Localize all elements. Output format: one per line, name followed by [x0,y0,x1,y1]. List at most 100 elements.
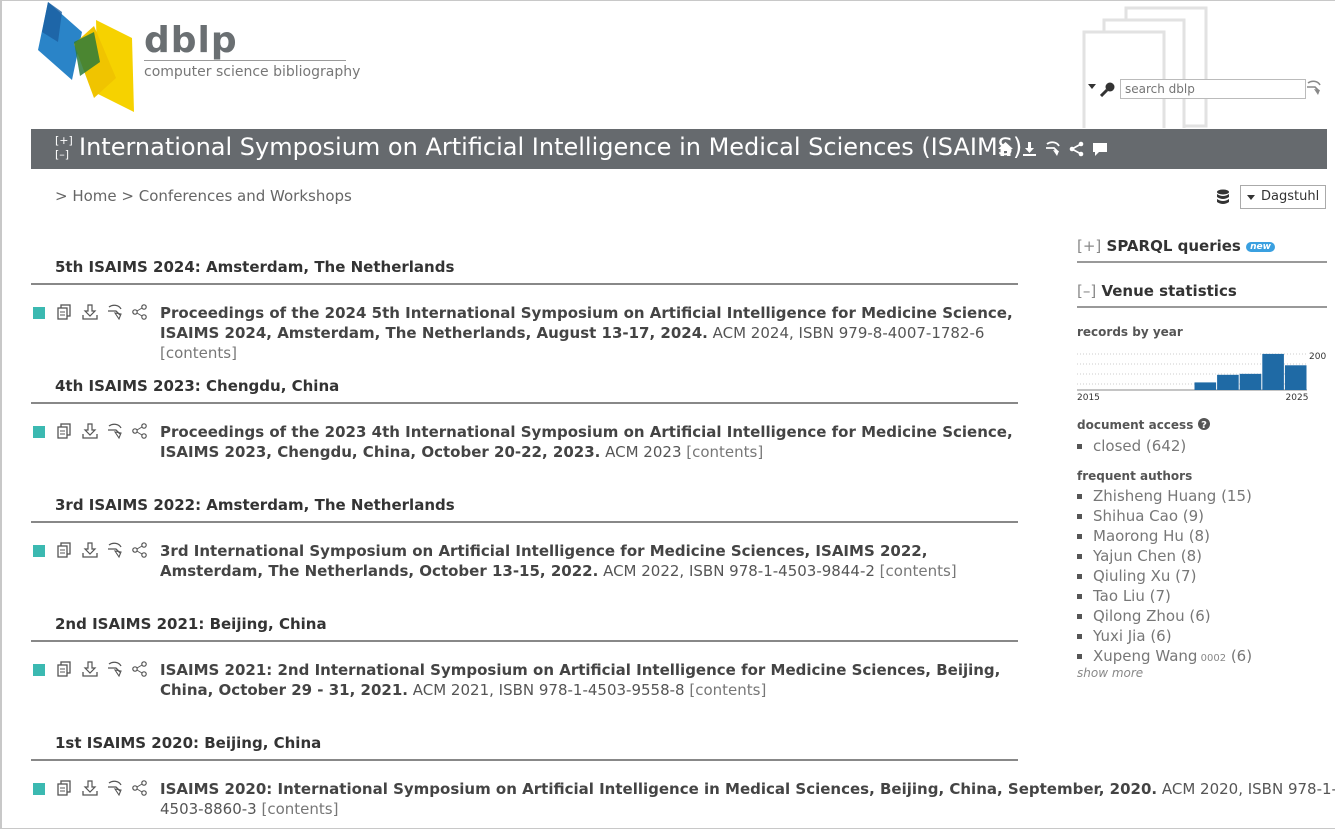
feedback-icon[interactable] [1092,141,1108,157]
author-name: Yajun Chen [1093,547,1176,565]
publication-citation: Proceedings of the 2023 4th Internationa… [160,422,1022,462]
document-access-label: document access [1077,418,1194,432]
export-record-icon[interactable] [82,542,98,558]
author-name: Xupeng Wang [1093,647,1198,665]
share-icon[interactable] [132,423,148,439]
search-input[interactable] [1120,79,1306,99]
breadcrumb-separator: > [116,187,139,205]
author-item[interactable]: Qilong Zhou (6) [1077,606,1252,626]
sidebar-divider [1077,306,1327,308]
frequent-authors-list: Zhisheng Huang (15) Shihua Cao (9) Maorong… [1077,486,1252,666]
author-item[interactable]: Qiuling Xu (7) [1077,566,1252,586]
publication-type-marker [33,664,45,676]
chart-bar-2024[interactable] [1284,365,1307,390]
document-access-list: closed (642) [1077,436,1186,456]
author-item[interactable]: Xupeng Wang 0002 (6) [1077,646,1252,666]
chart-y-tick-label: 200 [1309,352,1326,362]
breadcrumb-section-link[interactable]: Conferences and Workshops [139,187,352,205]
search-tools-icon[interactable] [107,304,123,320]
export-record-icon[interactable] [82,423,98,439]
share-icon[interactable] [132,780,148,796]
venue-stats-label: Venue statistics [1101,282,1237,300]
publication-title: ISAIMS 2020: International Symposium on … [160,780,1158,798]
cite-tools-icon[interactable] [1045,141,1061,157]
venue-statistics-toggle[interactable]: [–] Venue statistics [1077,281,1237,300]
author-name: Maorong Hu [1093,527,1184,545]
contents-link[interactable]: [contents] [880,562,957,580]
entry-actions [57,423,148,439]
contents-link[interactable]: [contents] [160,344,237,362]
breadcrumb: > Home > Conferences and Workshops [55,187,352,205]
section-heading: 1st ISAIMS 2020: Beijing, China [55,734,322,752]
publication-meta: ACM 2023 [600,443,687,461]
download-icon[interactable] [1022,141,1037,157]
records-by-year-heading: records by year [1077,325,1183,339]
chart-bar-2023[interactable] [1262,353,1284,390]
contents-link[interactable]: [contents] [689,681,766,699]
venue-title-bar: [+] [–] International Symposium on Artif… [31,129,1327,169]
logo-divider [144,60,346,61]
author-item[interactable]: Maorong Hu (8) [1077,526,1252,546]
section-divider [31,283,1018,285]
show-more-link[interactable]: show more [1077,666,1143,680]
electronic-edition-icon[interactable] [57,542,73,558]
search-tools-icon[interactable] [107,661,123,677]
chart-bar-2022[interactable] [1239,373,1262,390]
search-options-caret-icon[interactable] [1088,84,1096,89]
access-item-closed[interactable]: closed (642) [1077,436,1186,456]
publication-type-marker [33,545,45,557]
author-item[interactable]: Zhisheng Huang (15) [1077,486,1252,506]
section-divider [31,640,1018,642]
section-heading: 2nd ISAIMS 2021: Beijing, China [55,615,327,633]
title-actions [997,141,1108,157]
publication-type-marker [33,307,45,319]
database-icon [1217,189,1229,204]
chart-bar-2021[interactable] [1217,374,1239,390]
author-name: Yuxi Jia [1093,627,1146,645]
entry-actions [57,304,148,320]
search-tools-icon[interactable] [107,780,123,796]
electronic-edition-icon[interactable] [57,661,73,677]
collapse-all-toggle[interactable]: [–] [55,148,73,162]
help-icon[interactable]: ? [1197,418,1210,431]
chart-bar-2020[interactable] [1194,382,1217,390]
author-item[interactable]: Shihua Cao (9) [1077,506,1252,526]
author-count: (15) [1216,487,1252,505]
share-icon[interactable] [132,542,148,558]
entry-actions [57,661,148,677]
home-icon[interactable] [997,141,1014,157]
share-icon[interactable] [132,661,148,677]
contents-link[interactable]: [contents] [686,443,763,461]
publication-meta: ACM 2024, ISBN 979-8-4007-1782-6 [707,324,985,342]
author-count: (9) [1178,507,1205,525]
expand-all-toggle[interactable]: [+] [55,134,73,148]
mirror-dropdown[interactable]: Dagstuhl [1240,185,1326,209]
author-item[interactable]: Yuxi Jia (6) [1077,626,1252,646]
share-icon[interactable] [132,304,148,320]
search-tools-icon[interactable] [107,423,123,439]
page-title: International Symposium on Artificial In… [79,133,1023,161]
search-tools-icon[interactable] [1306,80,1322,96]
new-badge: new [1246,241,1275,252]
sidebar-divider [1077,261,1327,263]
entry-actions [57,542,148,558]
contents-link[interactable]: [contents] [261,800,338,818]
export-record-icon[interactable] [82,304,98,320]
search-tools-icon[interactable] [107,542,123,558]
breadcrumb-home-link[interactable]: > Home [55,187,117,205]
author-name: Shihua Cao [1093,507,1179,525]
section-heading: 5th ISAIMS 2024: Amsterdam, The Netherla… [55,258,455,276]
author-item[interactable]: Yajun Chen (8) [1077,546,1252,566]
sparql-toggle[interactable]: [+] SPARQL queries new [1077,236,1275,255]
document-stack-graphic [1082,6,1208,128]
export-record-icon[interactable] [82,780,98,796]
publication-type-marker [33,783,45,795]
electronic-edition-icon[interactable] [57,423,73,439]
sparql-bracket: [+] [1077,237,1102,255]
share-icon[interactable] [1069,141,1084,157]
search-icon[interactable] [1100,81,1116,97]
electronic-edition-icon[interactable] [57,304,73,320]
export-record-icon[interactable] [82,661,98,677]
author-item[interactable]: Tao Liu (7) [1077,586,1252,606]
electronic-edition-icon[interactable] [57,780,73,796]
